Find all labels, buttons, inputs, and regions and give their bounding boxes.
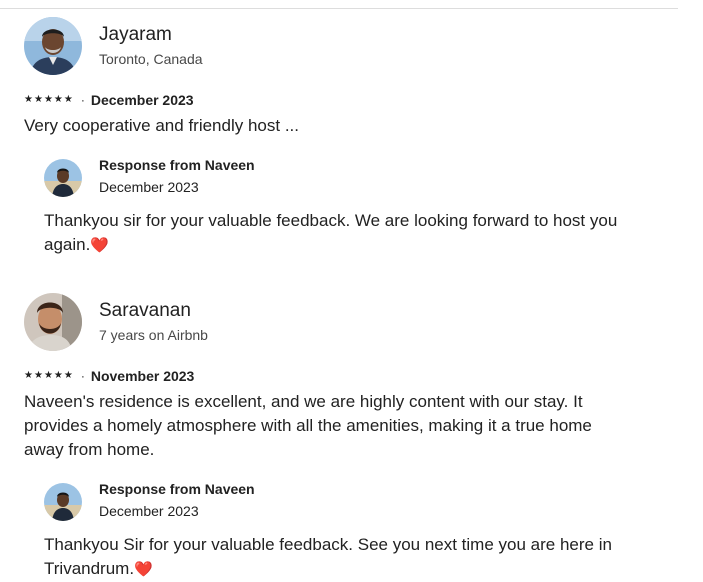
response-title: Response from Naveen: [99, 157, 255, 173]
user-photo-icon: [24, 17, 82, 75]
star-icon: ★: [24, 94, 33, 105]
response-text: Thankyou Sir for your valuable feedback.…: [44, 533, 644, 582]
host-avatar[interactable]: [44, 483, 82, 521]
separator-dot: ·: [80, 93, 85, 107]
top-divider: [0, 8, 678, 9]
reviewer-location: Toronto, Canada: [99, 51, 203, 67]
star-icon: ★: [43, 370, 53, 381]
heart-icon: ❤️: [134, 561, 153, 578]
star-icon: ★: [33, 370, 43, 381]
response-text-body: Thankyou Sir for your valuable feedback.…: [44, 535, 612, 578]
star-icon: ★: [53, 94, 63, 105]
review-date: December 2023: [90, 92, 194, 108]
reviewer-name[interactable]: Jayaram: [99, 24, 172, 46]
response-date: December 2023: [99, 503, 199, 519]
host-photo-icon: [44, 159, 82, 197]
response-text-body: Thankyou sir for your valuable feedback.…: [44, 211, 618, 254]
heart-icon: ❤️: [90, 237, 110, 254]
star-rating: ★ ★ ★ ★ ★: [24, 371, 73, 381]
star-icon: ★: [24, 370, 33, 381]
reviewer-header: Saravanan 7 years on Airbnb: [24, 293, 424, 351]
reviewer-header: Jayaram Toronto, Canada: [24, 17, 424, 75]
response-title: Response from Naveen: [99, 481, 255, 497]
review-text: Very cooperative and friendly host ...: [24, 116, 299, 135]
review-date: November 2023: [90, 368, 195, 384]
reviewer-name[interactable]: Saravanan: [99, 300, 191, 322]
reviewer-avatar[interactable]: [24, 17, 82, 75]
reviewer-avatar[interactable]: [24, 293, 82, 351]
user-photo-icon: [24, 293, 82, 351]
host-photo-icon: [44, 483, 82, 521]
rating-row: ★ ★ ★ ★ ★ · November 2023: [24, 367, 194, 385]
response-text: Thankyou sir for your valuable feedback.…: [44, 209, 644, 258]
star-rating: ★ ★ ★ ★ ★: [24, 95, 73, 105]
review-text: Naveen's residence is excellent, and we …: [24, 392, 592, 459]
star-icon: ★: [63, 94, 73, 105]
separator-dot: ·: [80, 369, 85, 383]
response-date: December 2023: [99, 179, 199, 195]
reviewer-tenure: 7 years on Airbnb: [99, 327, 208, 343]
star-icon: ★: [43, 94, 53, 105]
star-icon: ★: [33, 94, 43, 105]
star-icon: ★: [53, 370, 63, 381]
rating-row: ★ ★ ★ ★ ★ · December 2023: [24, 91, 194, 109]
star-icon: ★: [63, 370, 73, 381]
host-avatar[interactable]: [44, 159, 82, 197]
